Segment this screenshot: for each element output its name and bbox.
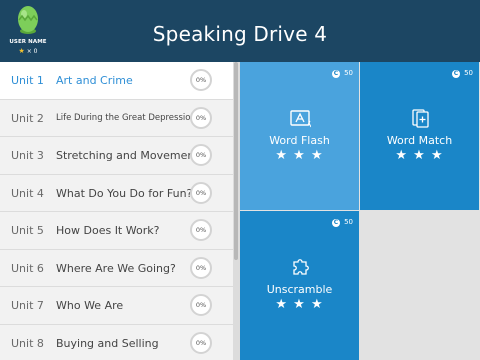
unit-name: How Does It Work? <box>56 224 160 237</box>
coin-icon: C <box>452 70 460 78</box>
page-title: Speaking Drive 4 <box>152 22 328 46</box>
unit-number: Unit 7 <box>11 299 44 312</box>
unit-progress-badge: 0% <box>190 69 212 91</box>
unit-row-2[interactable]: Unit 2 Life During the Great Depression … <box>0 99 233 137</box>
unit-row-7[interactable]: Unit 7 Who We Are 0% <box>0 287 233 325</box>
word-match-icon <box>411 109 429 128</box>
unit-row-3[interactable]: Unit 3 Stretching and Movement 0% <box>0 137 233 175</box>
unit-name: Where Are We Going? <box>56 261 176 275</box>
unit-progress-badge: 0% <box>190 181 212 204</box>
activity-stars: ★ ★ ★ <box>275 297 324 312</box>
activity-tile-word-match[interactable]: C 50 Word Match ★ ★ ★ <box>360 62 479 210</box>
activity-tile-unscramble[interactable]: C 50 Unscramble ★ ★ ★ <box>240 211 359 360</box>
coin-value: 50 <box>344 69 353 77</box>
unit-number: Unit 1 <box>11 74 44 87</box>
unit-number: Unit 5 <box>11 224 44 237</box>
activity-stars: ★ ★ ★ <box>275 148 324 163</box>
unit-number: Unit 3 <box>11 149 44 162</box>
top-header: USER NAME ★ × 0 Speaking Drive 4 <box>0 0 480 62</box>
puzzle-icon <box>292 259 309 275</box>
coin-icon: C <box>332 219 340 227</box>
unit-number: Unit 2 <box>11 111 44 125</box>
activity-tile-word-flash[interactable]: C 50 Word Flash ★ ★ ★ <box>240 62 359 210</box>
scrollbar-thumb[interactable] <box>234 62 238 260</box>
unit-progress-badge: 0% <box>190 219 212 241</box>
coin-value: 50 <box>464 69 473 77</box>
unit-row-5[interactable]: Unit 5 How Does It Work? 0% <box>0 212 233 250</box>
unit-name: Life During the Great Depression <box>56 112 196 123</box>
unit-name: Art and Crime <box>56 74 133 87</box>
unit-progress-badge: 0% <box>190 256 212 279</box>
unit-name: Who We Are <box>56 299 124 312</box>
activity-stars: ★ ★ ★ <box>395 148 444 163</box>
unit-number: Unit 8 <box>11 336 44 350</box>
unit-name: What Do You Do for Fun? <box>56 186 193 200</box>
unit-list: Unit 1 Art and Crime 0% Unit 2 Life Duri… <box>0 62 233 360</box>
coin-icon: C <box>332 70 340 78</box>
coin-value: 50 <box>344 218 353 226</box>
unit-number: Unit 6 <box>11 261 44 275</box>
unit-progress-badge: 0% <box>190 331 212 354</box>
activity-label: Word Match <box>386 134 453 147</box>
unit-row-1[interactable]: Unit 1 Art and Crime 0% <box>0 62 233 100</box>
unit-row-4[interactable]: Unit 4 What Do You Do for Fun? 0% <box>0 174 233 212</box>
activity-label: Word Flash <box>269 134 330 147</box>
unit-name: Stretching and Movement <box>56 149 199 162</box>
word-flash-icon <box>289 110 311 128</box>
unit-progress-badge: 0% <box>190 144 212 166</box>
unit-row-6[interactable]: Unit 6 Where Are We Going? 0% <box>0 249 233 287</box>
unit-row-8[interactable]: Unit 8 Buying and Selling 0% <box>0 324 233 360</box>
unit-name: Buying and Selling <box>56 336 159 350</box>
unit-number: Unit 4 <box>11 186 44 200</box>
unit-progress-badge: 0% <box>190 294 212 316</box>
activity-label: Unscramble <box>266 283 333 296</box>
unit-progress-badge: 0% <box>190 106 212 129</box>
